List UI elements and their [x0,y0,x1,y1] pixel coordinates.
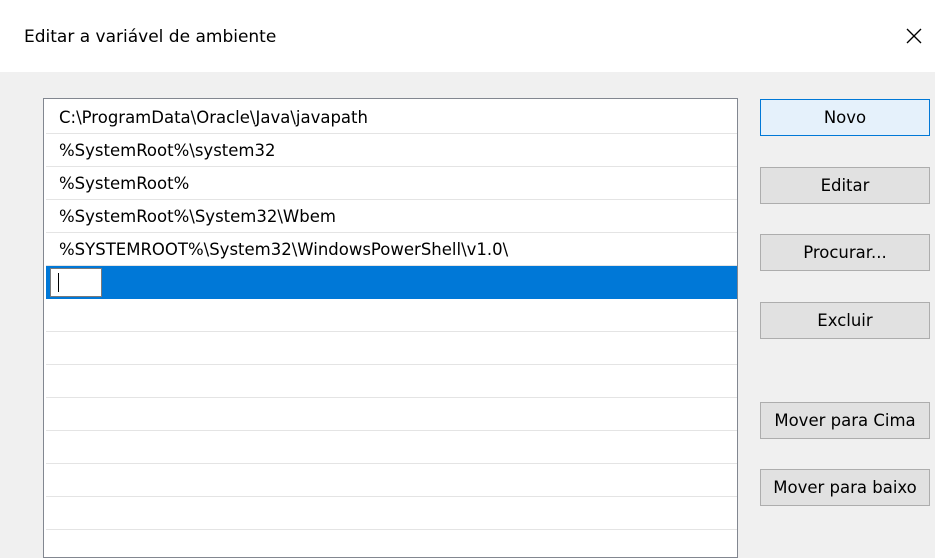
move-down-button[interactable]: Mover para baixo [760,469,930,506]
list-item[interactable] [46,497,737,530]
list-item-text: %SYSTEMROOT%\System32\WindowsPowerShell\… [59,240,509,259]
title-bar: Editar a variável de ambiente [0,0,935,72]
list-item-text: %SystemRoot% [59,174,190,193]
browse-button[interactable]: Procurar... [760,234,930,271]
move-up-button[interactable]: Mover para Cima [760,402,930,439]
close-button[interactable] [898,20,930,52]
list-item[interactable]: %SystemRoot%\System32\Wbem [46,200,737,233]
list-item[interactable]: %SystemRoot% [46,167,737,200]
list-item[interactable] [46,431,737,464]
list-item-text: %SystemRoot%\System32\Wbem [59,207,336,226]
list-item[interactable] [46,464,737,497]
close-icon [906,28,922,44]
list-item-selected[interactable] [46,266,737,299]
list-item[interactable]: %SYSTEMROOT%\System32\WindowsPowerShell\… [46,233,737,266]
delete-button[interactable]: Excluir [760,302,930,339]
list-item[interactable]: %SystemRoot%\system32 [46,134,737,167]
list-item[interactable] [46,398,737,431]
list-item[interactable]: C:\ProgramData\Oracle\Java\javapath [46,101,737,134]
list-item[interactable] [46,332,737,365]
edit-button[interactable]: Editar [760,167,930,204]
path-list[interactable]: C:\ProgramData\Oracle\Java\javapath %Sys… [43,98,738,558]
list-item-text: %SystemRoot%\system32 [59,141,276,160]
list-item[interactable] [46,299,737,332]
list-item[interactable] [46,530,737,557]
list-item-text: C:\ProgramData\Oracle\Java\javapath [59,108,368,127]
window-title: Editar a variável de ambiente [24,27,277,47]
new-button[interactable]: Novo [760,99,930,136]
text-caret [58,273,59,292]
list-item[interactable] [46,365,737,398]
